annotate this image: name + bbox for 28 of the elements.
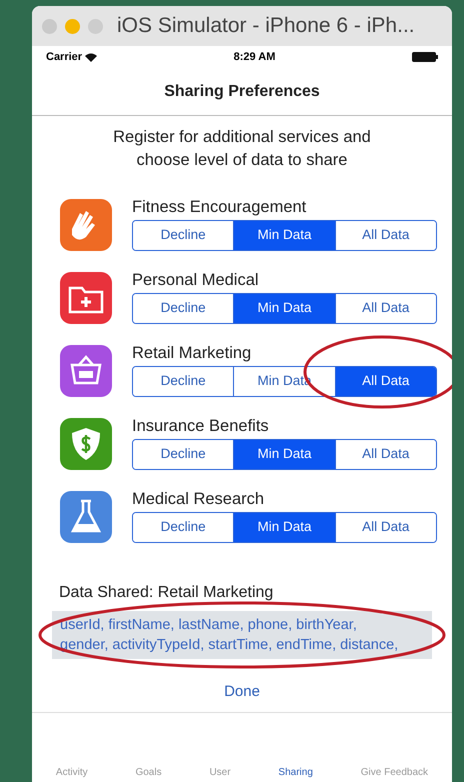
segment-option[interactable]: All Data [334,440,436,469]
minimize-button[interactable] [65,18,80,34]
service-name: Personal Medical [132,270,260,290]
segment-option[interactable]: All Data [334,513,436,542]
nav-title: Sharing Preferences [164,82,320,102]
segment-option[interactable]: Min Data [233,513,335,542]
segment-option[interactable]: Min Data [233,294,335,323]
done-button[interactable]: Done [224,681,260,704]
data-shared-title: Data Shared: Retail Marketing [59,583,274,603]
service-name: Medical Research [132,489,266,509]
segment-option[interactable]: Min Data [233,440,335,469]
segment-option[interactable]: Min Data [233,221,335,250]
intro-text: Register for additional services and choose level of data to share [112,127,372,171]
battery-icon [412,52,438,62]
service-name: Fitness Encouragement [132,197,308,217]
wifi-icon [85,52,98,62]
tab-item[interactable]: Sharing [278,765,313,780]
status-time: 8:29 AM [234,50,276,65]
window-title: iOS Simulator - iPhone 6 - iPh... [117,13,415,40]
segment-option[interactable]: All Data [334,367,436,396]
service-name: Insurance Benefits [132,416,270,436]
close-button[interactable] [42,18,57,34]
segment-option[interactable]: All Data [334,221,436,250]
shared-fields-text: userId, firstName, lastName, phone, birthYear, [60,616,357,635]
shared-fields-text: gender, activityTypeId, startTime, endTime, distance, [60,636,398,655]
segment-option[interactable]: All Data [334,294,436,323]
carrier-label: Carrier [46,50,82,65]
service-name: Retail Marketing [132,343,252,363]
